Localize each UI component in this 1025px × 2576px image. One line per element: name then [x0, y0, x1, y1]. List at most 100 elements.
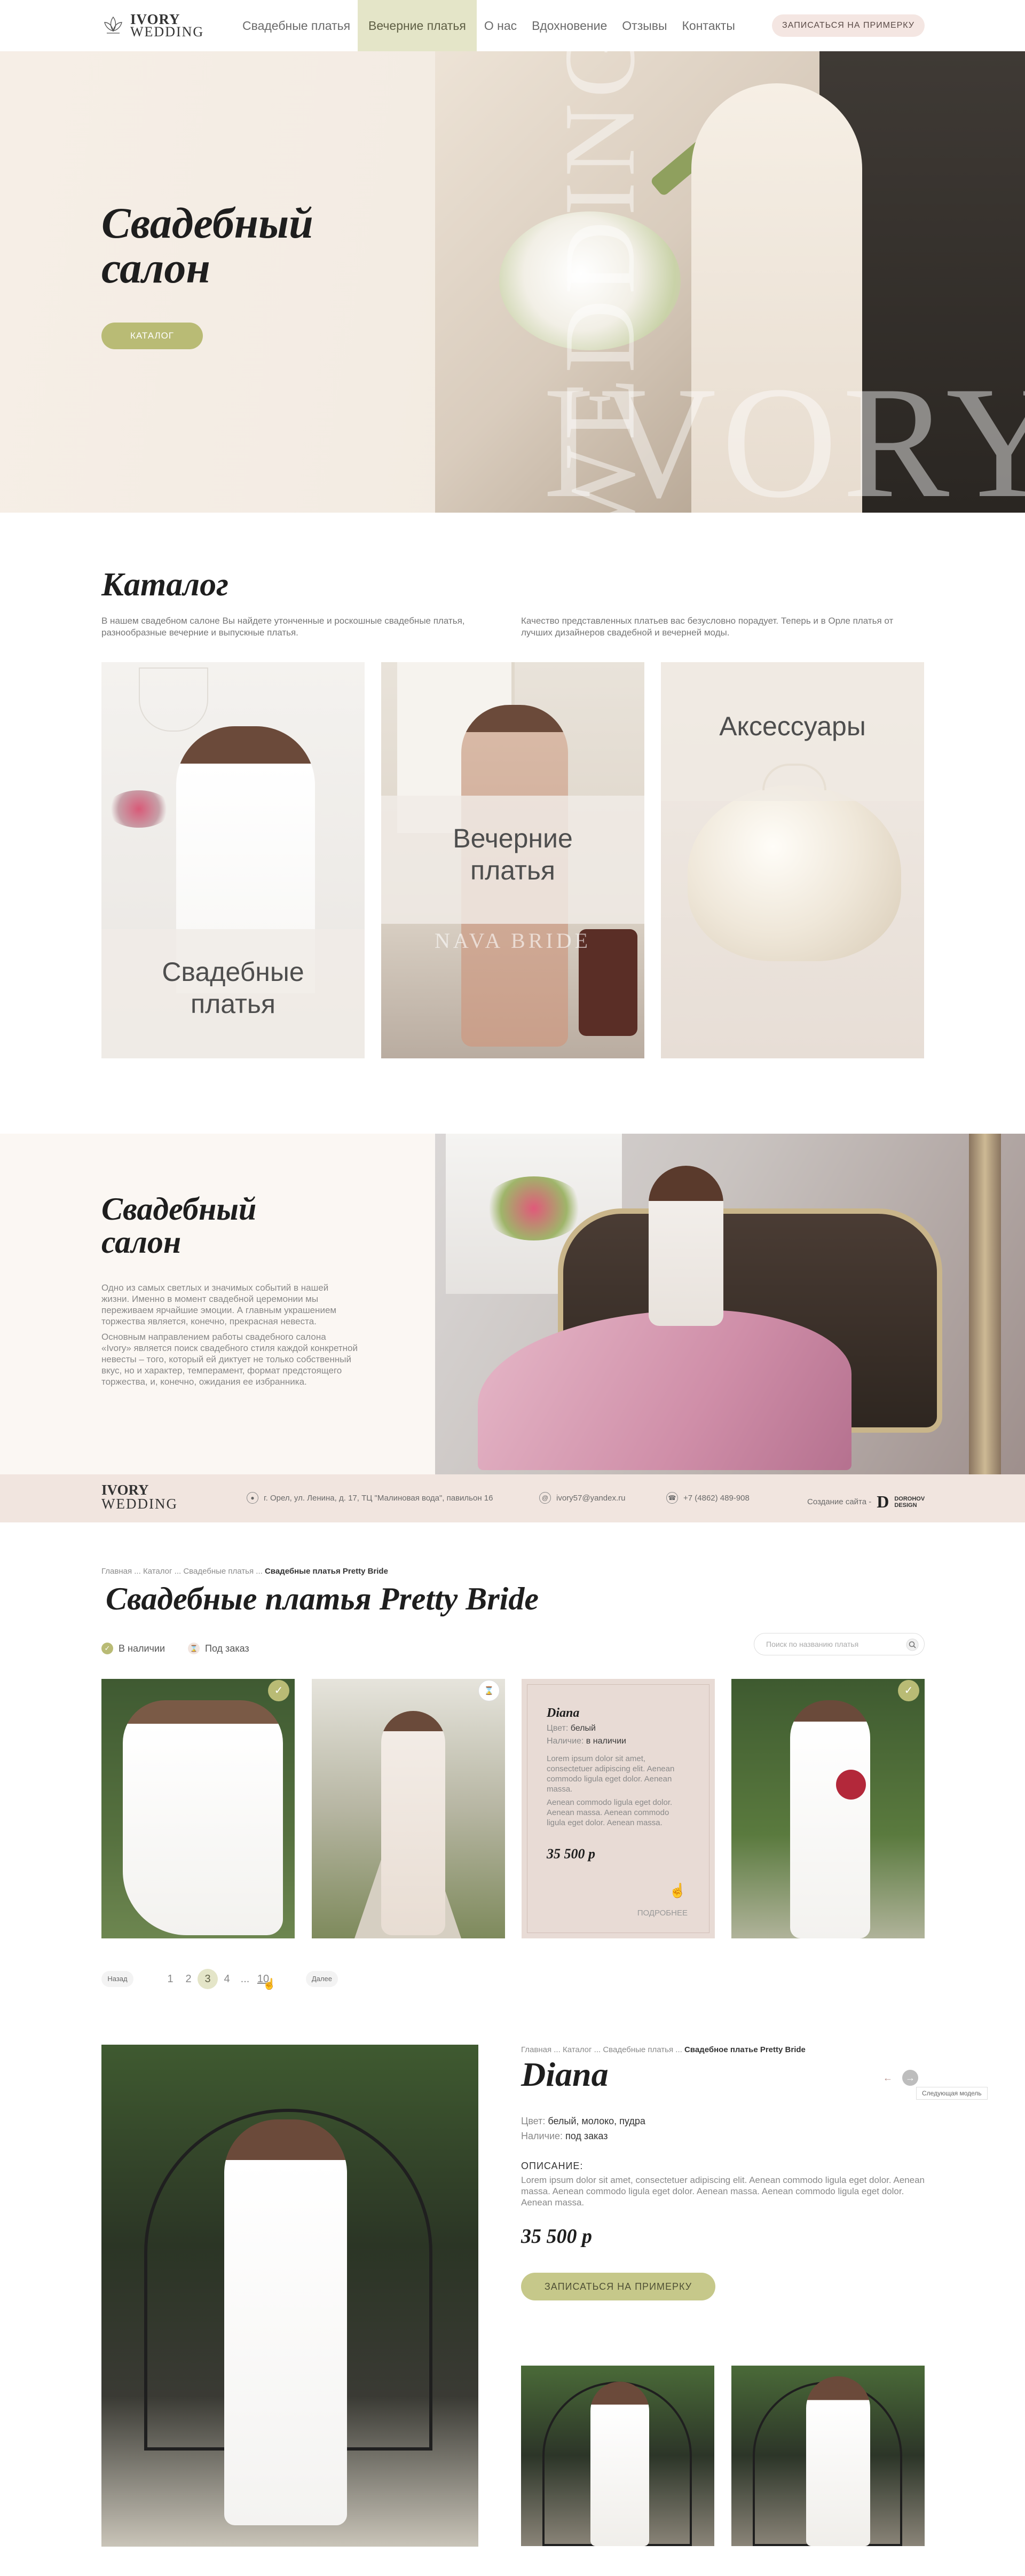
salon-title: Свадебный салон: [101, 1191, 257, 1260]
footer-credit[interactable]: Создание сайта - D DOROHOV DESIGN: [807, 1492, 925, 1512]
category-label-wedding: Свадебные платья: [101, 929, 365, 1058]
product-name: Diana: [547, 1706, 580, 1720]
candle-stand-shape: [969, 1134, 1001, 1474]
site-logo[interactable]: IVORY WEDDING: [101, 10, 204, 42]
salon-section: Свадебный салон Одно из самых светлых и …: [0, 1134, 1025, 1474]
pagination-back-button[interactable]: Назад: [101, 1971, 133, 1987]
product-main-photo: [101, 2045, 478, 2547]
catalog-description-left: В нашем свадебном салоне Вы найдете утон…: [101, 616, 465, 638]
category-label-accessories: Аксессуары: [661, 662, 924, 801]
salon-photo: [435, 1134, 1025, 1474]
nav-reviews[interactable]: Отзывы: [614, 0, 674, 51]
nav-contacts[interactable]: Контакты: [675, 0, 743, 51]
main-nav: Свадебные платья Вечерние платья О нас В…: [235, 0, 743, 51]
footer-logo[interactable]: IVORY WEDDING: [101, 1483, 178, 1511]
product-card-hover-info[interactable]: Diana Цвет: белый Наличие: в наличии Lor…: [522, 1679, 715, 1938]
dress-search-input[interactable]: Поиск по названию платья: [754, 1633, 925, 1655]
check-icon: ✓: [101, 1643, 113, 1654]
product-availability: Наличие: в наличии: [547, 1737, 626, 1746]
breadcrumb-current: Свадебное платье Pretty Bride: [684, 2045, 806, 2054]
book-fitting-button[interactable]: ЗАПИСАТЬСЯ НА ПРИМЕРКУ: [521, 2273, 715, 2300]
catalog-button[interactable]: КАТАЛОГ: [101, 323, 203, 349]
chandelier-shape: [139, 667, 208, 732]
site-footer: IVORY WEDDING ● г. Орел, ул. Ленина, д. …: [0, 1474, 1025, 1522]
cursor-hand-icon: ☝: [263, 1978, 276, 1990]
category-card-evening[interactable]: Вечерние платья NAVA BRIDE: [381, 662, 644, 1058]
category-card-accessories[interactable]: Аксессуары: [661, 662, 924, 1058]
page-link[interactable]: 1: [161, 1973, 179, 1985]
breadcrumb-home[interactable]: Главная: [101, 1567, 132, 1576]
dress-shape: [381, 1711, 445, 1935]
filter-on-order[interactable]: ⌛ Под заказ: [188, 1643, 249, 1654]
previous-model-arrow-icon[interactable]: ←: [880, 2070, 896, 2086]
site-header: IVORY WEDDING Свадебные платья Вечерние …: [0, 0, 1025, 51]
dress-shape: [806, 2376, 870, 2546]
dress-shape: [790, 1700, 870, 1938]
breadcrumb-wedding[interactable]: Свадебные платья: [603, 2045, 673, 2054]
pearl-clutch-shape: [688, 785, 901, 961]
footer-phone[interactable]: ☎ +7 (4862) 489-908: [666, 1492, 750, 1504]
product-card[interactable]: ⌛: [312, 1679, 505, 1938]
pink-gown-shape: [478, 1310, 851, 1470]
nava-bride-watermark: NAVA BRIDE: [434, 929, 592, 953]
location-pin-icon: ●: [247, 1492, 258, 1504]
breadcrumb-catalog[interactable]: Каталог: [143, 1567, 172, 1576]
product-card[interactable]: ✓: [731, 1679, 925, 1938]
hourglass-icon: ⌛: [188, 1643, 200, 1654]
page-link[interactable]: 2: [179, 1973, 198, 1985]
logo-line2: WEDDING: [130, 24, 204, 40]
cursor-hand-icon: ☝: [669, 1882, 687, 1898]
breadcrumb-home[interactable]: Главная: [521, 2045, 551, 2054]
product-description-1: Lorem ipsum dolor sit amet, consectetuer…: [547, 1754, 675, 1794]
at-sign-icon: @: [539, 1492, 551, 1504]
dress-back-shape: [590, 2382, 649, 2546]
description-heading: ОПИСАНИЕ:: [521, 2161, 584, 2171]
page-link-current[interactable]: 3: [198, 1969, 218, 1989]
product-card[interactable]: ✓: [101, 1679, 295, 1938]
dorohov-design-logo-icon: D: [877, 1492, 889, 1511]
book-fitting-button[interactable]: ЗАПИСАТЬСЯ НА ПРИМЕРКУ: [772, 14, 925, 37]
more-details-link[interactable]: ПОДРОБНЕЕ: [637, 1909, 688, 1918]
breadcrumb-catalog[interactable]: Каталог: [563, 2045, 592, 2054]
nav-wedding-dresses[interactable]: Свадебные платья: [235, 0, 358, 51]
lotus-logo-icon: [104, 16, 122, 34]
detail-breadcrumb: Главная ... Каталог ... Свадебные платья…: [521, 2045, 806, 2054]
footer-email[interactable]: @ ivory57@yandex.ru: [539, 1492, 625, 1504]
phone-icon: ☎: [666, 1492, 678, 1504]
listing-title: Свадебные платья Pretty Bride: [106, 1581, 539, 1616]
catalog-title: Каталог: [101, 567, 228, 603]
catalog-description-right: Качество представленных платьев вас безу…: [521, 616, 894, 638]
flowers-left-shape: [107, 790, 171, 828]
product-price: 35 500 р: [547, 1846, 595, 1862]
salon-paragraph-1: Одно из самых светлых и значимых событий…: [101, 1283, 337, 1326]
product-thumbnail[interactable]: [521, 2366, 714, 2546]
on-order-hourglass-icon: ⌛: [478, 1680, 500, 1701]
product-navigation: ← →: [880, 2070, 918, 2086]
pagination-ellipsis: ...: [240, 1973, 250, 1985]
category-card-wedding[interactable]: Свадебные платья: [101, 662, 365, 1058]
nav-about[interactable]: О нас: [477, 0, 524, 51]
product-description-2: Aenean commodo ligula eget dolor. Aenean…: [547, 1798, 673, 1827]
category-label-evening: Вечерние платья: [381, 796, 644, 924]
product-thumbnail[interactable]: [731, 2366, 925, 2546]
dress-shape: [123, 1700, 283, 1935]
filter-in-stock[interactable]: ✓ В наличии: [101, 1643, 165, 1654]
nav-inspiration[interactable]: Вдохновение: [524, 0, 614, 51]
dress-shape: [224, 2119, 347, 2525]
red-bouquet-shape: [836, 1770, 866, 1800]
listing-breadcrumb: Главная ... Каталог ... Свадебные платья…: [101, 1567, 388, 1576]
in-stock-check-icon: ✓: [898, 1680, 919, 1701]
in-stock-check-icon: ✓: [268, 1680, 289, 1701]
page-link[interactable]: 4: [218, 1973, 236, 1985]
product-title: Diana: [521, 2055, 609, 2093]
pagination: Назад 1 2 3 4 ... 10 ☝ Далее: [101, 1967, 338, 1991]
seated-model-shape: [649, 1166, 723, 1326]
breadcrumb-wedding[interactable]: Свадебные платья: [183, 1567, 254, 1576]
breadcrumb-current: Свадебные платья Pretty Bride: [264, 1567, 388, 1576]
pagination-forward-button[interactable]: Далее: [305, 1971, 338, 1987]
next-model-tooltip: Следующая модель: [916, 2087, 988, 2100]
hero-section: WEDDING IVORY Свадебный салон КАТАЛОГ: [0, 51, 1025, 513]
next-model-arrow-icon[interactable]: →: [902, 2070, 918, 2086]
flower-vase-shape: [483, 1176, 585, 1240]
nav-evening-dresses[interactable]: Вечерние платья: [358, 0, 477, 51]
